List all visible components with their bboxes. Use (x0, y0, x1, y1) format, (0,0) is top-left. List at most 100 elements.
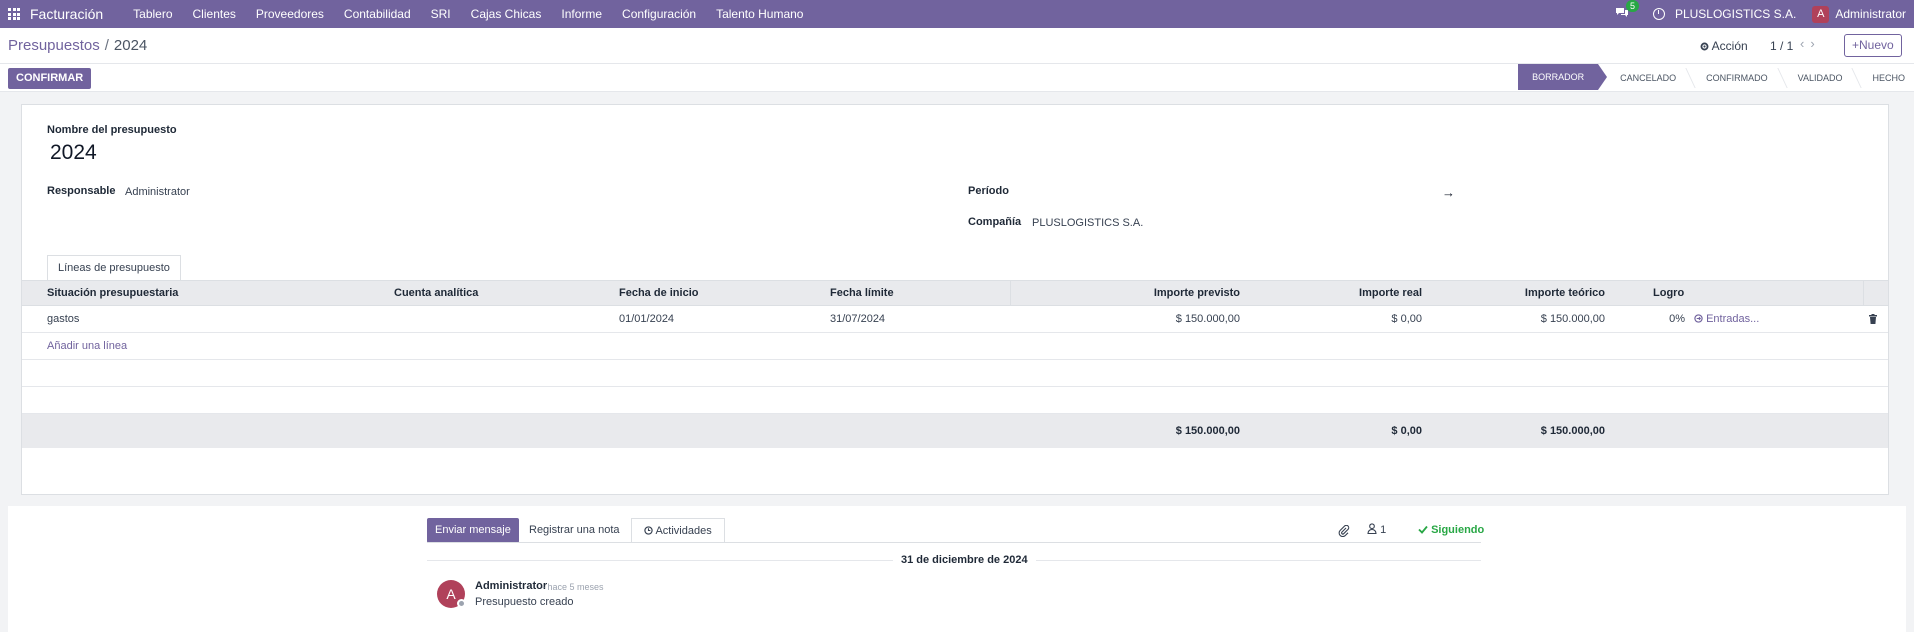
menu-item-informe[interactable]: Informe (551, 0, 612, 28)
menu-item-tablero[interactable]: Tablero (123, 0, 182, 28)
top-navbar: Facturación Tablero Clientes Proveedores… (0, 0, 1914, 28)
following-button[interactable]: Siguiendo (1418, 518, 1484, 543)
action-label: Acción (1711, 39, 1748, 53)
company-label: Compañía (968, 216, 1022, 228)
status-bar: CONFIRMAR BORRADOR CANCELADO CONFIRMADO … (0, 64, 1914, 92)
plus-icon: + (1852, 38, 1860, 52)
cell-theoretical: $ 150.000,00 (1540, 313, 1605, 325)
form-sheet: Nombre del presupuesto 2024 Responsable … (21, 104, 1889, 495)
total-planned: $ 150.000,00 (1175, 425, 1240, 437)
menu-item-configuracion[interactable]: Configuración (612, 0, 706, 28)
paperclip-icon[interactable] (1338, 525, 1350, 537)
company-field[interactable]: PLUSLOGISTICS S.A. (1032, 217, 1143, 229)
chatter: Enviar mensaje Registrar una nota Activi… (8, 506, 1906, 632)
activities-button[interactable]: Actividades (631, 518, 725, 543)
apps-grid-icon (8, 8, 20, 20)
budget-name-field[interactable]: 2024 (50, 141, 97, 165)
table-header: Situación presupuestaria Cuenta analític… (22, 280, 1888, 306)
col-analytic[interactable]: Cuenta analítica (394, 281, 478, 306)
navbar-systray: 5 PLUSLOGISTICS S.A. A Administrator (1615, 0, 1914, 23)
menu-item-clientes[interactable]: Clientes (183, 0, 246, 28)
col-planned[interactable]: Importe previsto (1022, 281, 1240, 306)
table-row[interactable]: gastos 01/01/2024 31/07/2024 $ 150.000,0… (22, 306, 1888, 333)
stage-cancelado[interactable]: CANCELADO (1598, 64, 1691, 92)
period-arrow-icon: → (1442, 185, 1455, 200)
chevron-left-icon[interactable]: ‹ (1800, 36, 1810, 51)
menu-item-talento-humano[interactable]: Talento Humano (706, 0, 813, 28)
responsible-field[interactable]: Administrator (125, 186, 190, 198)
clock-icon (644, 526, 653, 535)
breadcrumb-parent[interactable]: Presupuestos (8, 37, 100, 54)
message-timestamp: - hace 5 meses (542, 582, 604, 592)
responsible-label: Responsable (47, 185, 116, 197)
cell-achievement: 0% (1669, 313, 1685, 325)
tab-budget-lines[interactable]: Líneas de presupuesto (47, 255, 181, 281)
log-note-button[interactable]: Registrar una nota (529, 518, 620, 543)
new-button[interactable]: +Nuevo (1844, 34, 1902, 57)
stage-borrador[interactable]: BORRADOR (1518, 64, 1608, 90)
budget-name-label: Nombre del presupuesto (47, 124, 177, 136)
stage-pipeline: BORRADOR CANCELADO CONFIRMADO VALIDADO H… (1518, 64, 1914, 92)
empty-row (22, 387, 1888, 414)
chat-count-badge: 5 (1625, 0, 1639, 12)
app-brand[interactable]: Facturación (30, 6, 103, 22)
followers-count: 1 (1380, 524, 1387, 536)
new-label: Nuevo (1859, 38, 1894, 52)
cell-real: $ 0,00 (1391, 313, 1422, 325)
company-switcher[interactable]: PLUSLOGISTICS S.A. (1675, 7, 1796, 21)
pager-arrows: ‹› (1800, 36, 1821, 51)
empty-row (22, 360, 1888, 387)
confirm-button[interactable]: CONFIRMAR (8, 68, 92, 89)
menu-item-sri[interactable]: SRI (421, 0, 461, 28)
gear-icon (1700, 42, 1709, 51)
action-menu-button[interactable]: Acción (1700, 39, 1748, 53)
col-theoretical[interactable]: Importe teórico (1432, 281, 1605, 306)
add-line-link[interactable]: Añadir una línea (47, 333, 127, 360)
stage-hecho[interactable]: HECHO (1857, 64, 1914, 92)
date-separator: 31 de diciembre de 2024 (893, 554, 1036, 566)
message-author[interactable]: Administrator (475, 580, 547, 592)
stage-confirmado[interactable]: CONFIRMADO (1691, 64, 1783, 92)
chatter-divider (427, 542, 1481, 543)
cell-start-date: 01/01/2024 (619, 313, 675, 325)
arrow-circle-icon (1694, 314, 1703, 323)
entries-button[interactable]: Entradas... (1694, 306, 1759, 333)
following-label: Siguiendo (1431, 524, 1485, 536)
menu-item-contabilidad[interactable]: Contabilidad (334, 0, 421, 28)
messaging-button[interactable]: 5 (1615, 0, 1639, 22)
menu-item-cajas-chicas[interactable]: Cajas Chicas (461, 0, 552, 28)
send-message-button[interactable]: Enviar mensaje (427, 518, 519, 543)
col-real[interactable]: Importe real (1252, 281, 1422, 306)
column-divider (1010, 281, 1011, 306)
message-body: Presupuesto creado (475, 596, 574, 608)
stage-validado[interactable]: VALIDADO (1783, 64, 1858, 92)
cell-end-date: 31/07/2024 (830, 313, 886, 325)
user-avatar[interactable]: A (1812, 5, 1830, 23)
total-theoretical: $ 150.000,00 (1540, 425, 1605, 437)
pager-value[interactable]: 1 / 1 (1770, 39, 1793, 53)
main-menu: Tablero Clientes Proveedores Contabilida… (123, 0, 813, 28)
add-line-row: Añadir una línea (22, 333, 1888, 360)
breadcrumb-separator: / (104, 37, 109, 54)
chevron-right-icon[interactable]: › (1810, 36, 1820, 51)
col-achievement[interactable]: Logro (1653, 281, 1684, 306)
menu-item-proveedores[interactable]: Proveedores (246, 0, 334, 28)
breadcrumb: Presupuestos/2024 (8, 37, 147, 54)
column-divider (1863, 281, 1864, 306)
trash-icon[interactable] (1869, 314, 1877, 324)
entries-label: Entradas... (1706, 313, 1760, 325)
activity-clock-icon[interactable] (1652, 8, 1665, 20)
col-start-date[interactable]: Fecha de inicio (619, 281, 698, 306)
col-end-date[interactable]: Fecha límite (830, 281, 894, 306)
user-menu[interactable]: Administrator (1835, 7, 1906, 21)
cell-planned: $ 150.000,00 (1175, 313, 1240, 325)
col-position[interactable]: Situación presupuestaria (47, 281, 178, 306)
presence-status-dot (457, 599, 466, 608)
control-panel: Presupuestos/2024 Acción 1 / 1 ‹› +Nuevo (0, 28, 1914, 64)
user-icon (1367, 523, 1377, 535)
check-icon (1418, 525, 1428, 534)
apps-menu-button[interactable] (0, 0, 28, 28)
followers-button[interactable]: 1 (1367, 518, 1386, 543)
period-label: Período (968, 185, 1009, 197)
total-real: $ 0,00 (1391, 425, 1422, 437)
